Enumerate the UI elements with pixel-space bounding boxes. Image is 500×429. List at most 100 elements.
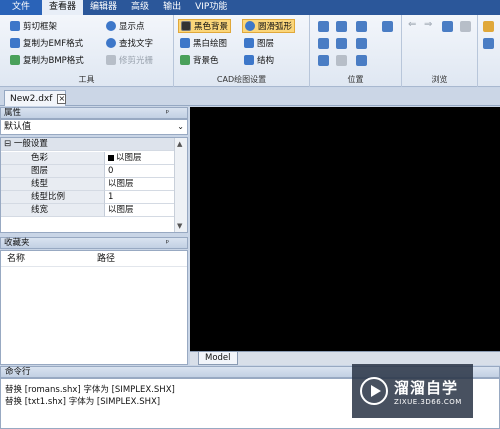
column-name[interactable]: 名称: [1, 251, 91, 266]
property-value[interactable]: 1: [105, 191, 175, 204]
find-text-icon: [106, 38, 116, 48]
smooth-arc-button[interactable]: 圆滑弧形: [242, 19, 296, 33]
show-points-label: 显示点: [119, 22, 145, 32]
property-row[interactable]: 线型 以图层: [1, 178, 175, 191]
black-white-label: 黑白绘图: [193, 39, 228, 49]
command-line: 替换 [txt1.shx] 字体为 [SIMPLEX.SHX]: [5, 397, 161, 407]
background-color-icon: [180, 55, 190, 65]
trim-raster-label: 修剪光栅: [119, 56, 154, 66]
copy-emf-button[interactable]: 复制为EMF格式: [8, 36, 85, 50]
layers-label: 图层: [257, 39, 275, 49]
smooth-arc-icon: [245, 21, 255, 31]
menu-editor[interactable]: 编辑器: [83, 0, 124, 15]
property-row[interactable]: 线宽 以图层: [1, 204, 175, 217]
menu-vip[interactable]: VIP功能: [188, 0, 234, 15]
structure-button[interactable]: 结构: [242, 53, 276, 67]
property-scrollbar[interactable]: ▲ ▼: [174, 138, 187, 232]
zoom-in-icon[interactable]: [356, 21, 367, 32]
watermark-brand: 溜溜自学: [394, 378, 459, 397]
back-arrow-icon[interactable]: ⇐: [408, 19, 416, 30]
watermark-text: 溜溜自学 ZIXUE.3D66.COM: [394, 377, 462, 406]
layers-icon: [244, 38, 254, 48]
trim-raster-icon: [106, 55, 116, 65]
structure-icon: [244, 55, 254, 65]
property-grid: ⊟ 一般设置 色彩 以图层 图层 0 线型 以图层 线型比例 1 线宽 以图层 …: [0, 137, 188, 233]
property-key: 线型比例: [1, 191, 105, 204]
chevron-down-icon[interactable]: ⌄: [177, 120, 184, 134]
property-value[interactable]: 以图层: [105, 152, 175, 165]
copy-bmp-button[interactable]: 复制为BMP格式: [8, 53, 86, 67]
color-swatch-icon: [108, 154, 114, 161]
property-key: 色彩: [1, 152, 105, 165]
trim-raster-button[interactable]: 修剪光栅: [104, 53, 155, 67]
menu-file[interactable]: 文件: [0, 0, 43, 15]
forward-arrow-icon[interactable]: ⇒: [424, 19, 432, 30]
property-value[interactable]: 以图层: [105, 178, 175, 191]
copy-bmp-icon: [10, 55, 20, 65]
show-points-icon: [106, 21, 116, 31]
orbit-icon[interactable]: [336, 55, 347, 66]
browse-icon[interactable]: [460, 21, 471, 32]
black-background-button[interactable]: 黑色背景: [178, 19, 232, 33]
refresh-icon[interactable]: [442, 21, 453, 32]
show-points-button[interactable]: 显示点: [104, 19, 147, 33]
zoom-previous-icon[interactable]: [356, 55, 367, 66]
property-value[interactable]: 0: [105, 165, 175, 178]
black-white-icon: [180, 38, 190, 48]
layers-button[interactable]: 图层: [242, 36, 276, 50]
fit-icon[interactable]: [318, 38, 329, 49]
column-path[interactable]: 路径: [91, 251, 115, 266]
pan-icon[interactable]: [318, 21, 329, 32]
model-tab[interactable]: Model: [198, 352, 238, 365]
black-white-button[interactable]: 黑白绘图: [178, 36, 229, 50]
category-label: ⊟ 一般设置: [1, 138, 175, 151]
more-icon[interactable]: [483, 38, 494, 49]
structure-label: 结构: [257, 56, 275, 66]
group-overflow: [478, 15, 500, 87]
copy-emf-label: 复制为EMF格式: [23, 39, 84, 49]
group-position: 位置: [310, 15, 402, 87]
drawing-canvas[interactable]: [190, 107, 500, 351]
property-row[interactable]: 线型比例 1: [1, 191, 175, 204]
scroll-down-icon[interactable]: ▼: [177, 222, 182, 230]
properties-header: 属性 ᵖ: [0, 107, 188, 119]
command-title: 命令行: [5, 367, 31, 377]
layout-tab-bar: Model: [190, 351, 500, 365]
text-icon[interactable]: [483, 21, 494, 32]
zoom-window-icon[interactable]: [336, 21, 347, 32]
favorites-title: 收藏夹: [4, 238, 30, 248]
clip-frame-icon: [10, 21, 20, 31]
hand-icon[interactable]: [382, 21, 393, 32]
property-row[interactable]: 图层 0: [1, 165, 175, 178]
zoom-out-icon[interactable]: [356, 38, 367, 49]
pin-icon[interactable]: ᵖ: [166, 108, 169, 118]
document-tab-label: New2.dxf: [10, 93, 53, 104]
property-row[interactable]: 色彩 以图层: [1, 152, 175, 165]
document-tab[interactable]: New2.dxf ×: [4, 90, 67, 106]
find-text-label: 查找文字: [119, 39, 154, 49]
black-background-label: 黑色背景: [194, 22, 229, 32]
rotate-icon[interactable]: [318, 55, 329, 66]
menu-bar: 文件 查看器 编辑器 高级 输出 VIP功能: [0, 0, 500, 15]
properties-selected-value: 默认值: [4, 122, 32, 132]
clip-frame-button[interactable]: 剪切框架: [8, 19, 59, 33]
menu-viewer[interactable]: 查看器: [42, 0, 84, 15]
properties-select[interactable]: 默认值 ⌄: [0, 119, 188, 135]
menu-advanced[interactable]: 高级: [124, 0, 156, 15]
category-general[interactable]: ⊟ 一般设置: [1, 138, 175, 151]
close-tab-icon[interactable]: ×: [57, 93, 67, 104]
group-position-label: 位置: [347, 75, 364, 84]
extents-icon[interactable]: [336, 38, 347, 49]
background-color-label: 背景色: [193, 56, 219, 66]
properties-title: 属性: [4, 108, 22, 118]
document-tab-strip: New2.dxf ×: [0, 88, 500, 106]
pin-icon[interactable]: ᵖ: [166, 238, 169, 248]
property-key: 线宽: [1, 204, 105, 217]
find-text-button[interactable]: 查找文字: [104, 36, 155, 50]
scroll-up-icon[interactable]: ▲: [177, 140, 182, 148]
favorites-columns: 名称 路径: [1, 251, 187, 267]
background-color-button[interactable]: 背景色: [178, 53, 221, 67]
command-line: 替换 [romans.shx] 字体为 [SIMPLEX.SHX]: [5, 385, 175, 395]
menu-output[interactable]: 输出: [156, 0, 188, 15]
property-value[interactable]: 以图层: [105, 204, 175, 217]
